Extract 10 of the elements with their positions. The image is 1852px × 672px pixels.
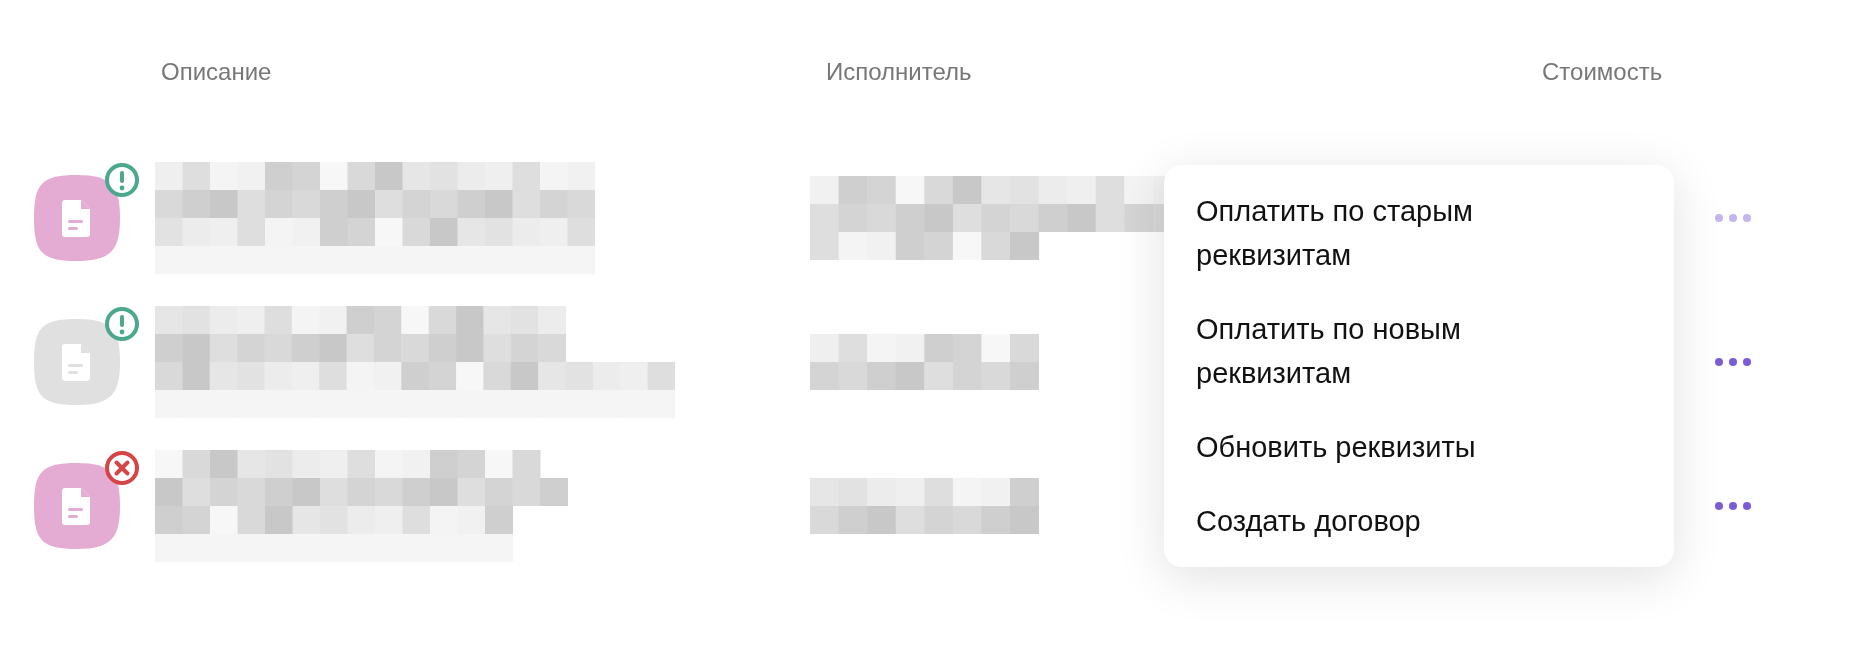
column-header: Описание <box>161 58 272 85</box>
menu-item[interactable]: Оплатить по новым реквизитам <box>1196 307 1576 395</box>
error-icon <box>104 450 140 486</box>
column-header: Стоимость <box>1542 58 1663 85</box>
menu-item[interactable]: Оплатить по старым реквизитам <box>1196 189 1576 277</box>
warning-icon <box>104 162 140 198</box>
column-header: Исполнитель <box>826 58 972 85</box>
warning-icon <box>104 306 140 342</box>
menu-item[interactable]: Создать договор <box>1196 499 1576 543</box>
menu-item[interactable]: Обновить реквизиты <box>1196 425 1576 469</box>
